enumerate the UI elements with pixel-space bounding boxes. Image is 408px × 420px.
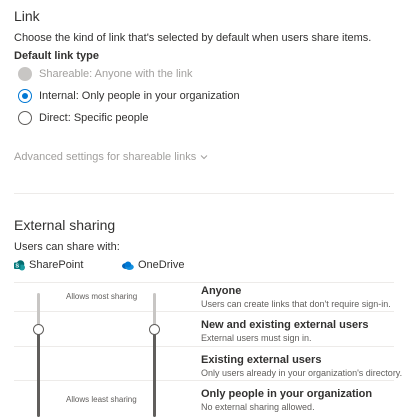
- radio-direct-label[interactable]: Direct: Specific people: [39, 112, 148, 124]
- link-description: Choose the kind of link that's selected …: [14, 32, 372, 44]
- sharepoint-header: S SharePoint: [14, 259, 83, 271]
- radio-shareable-label: Shareable: Anyone with the link: [39, 68, 193, 80]
- onedrive-icon: [122, 261, 134, 270]
- sharepoint-label: SharePoint: [29, 259, 84, 271]
- level-existing-external: Existing external users Only users alrea…: [201, 354, 402, 378]
- radio-option-direct[interactable]: Direct: Specific people: [18, 111, 148, 125]
- chevron-down-icon: [200, 155, 208, 160]
- level-separator: [14, 346, 394, 347]
- allows-least-sharing-label: Allows least sharing: [66, 395, 137, 404]
- default-link-type-label: Default link type: [14, 50, 99, 62]
- radio-internal-label[interactable]: Internal: Only people in your organizati…: [39, 90, 240, 102]
- level-title: Only people in your organization: [201, 388, 373, 400]
- onedrive-slider-track-lower: [152, 330, 156, 417]
- level-anyone: Anyone Users can create links that don't…: [201, 285, 391, 309]
- advanced-settings-link: Advanced settings for shareable links: [14, 151, 208, 163]
- allows-most-sharing-label: Allows most sharing: [66, 292, 138, 301]
- link-section-title: Link: [14, 8, 40, 24]
- onedrive-label: OneDrive: [138, 259, 185, 271]
- level-separator: [14, 311, 394, 312]
- level-title: Existing external users: [201, 354, 322, 366]
- level-desc: No external sharing allowed.: [201, 402, 315, 412]
- level-separator: [14, 380, 394, 381]
- level-new-existing-external: New and existing external users External…: [201, 319, 369, 343]
- advanced-settings-label: Advanced settings for shareable links: [14, 151, 197, 163]
- level-desc: External users must sign in.: [201, 333, 312, 343]
- sharepoint-slider-thumb[interactable]: [32, 324, 44, 335]
- sharepoint-slider[interactable]: [32, 293, 44, 417]
- onedrive-header: OneDrive: [121, 259, 184, 271]
- radio-direct[interactable]: [18, 111, 32, 125]
- section-divider: [14, 193, 394, 194]
- radio-option-shareable: Shareable: Anyone with the link: [18, 67, 193, 81]
- onedrive-slider[interactable]: [148, 293, 160, 417]
- sharepoint-slider-track-lower: [36, 330, 40, 417]
- svg-text:S: S: [15, 263, 19, 269]
- radio-internal[interactable]: [18, 89, 32, 103]
- level-desc: Only users already in your organization'…: [201, 368, 403, 378]
- onedrive-slider-thumb[interactable]: [148, 324, 160, 335]
- radio-option-internal[interactable]: Internal: Only people in your organizati…: [18, 89, 240, 103]
- external-sharing-title: External sharing: [14, 217, 116, 233]
- radio-shareable: [18, 67, 32, 81]
- level-title: Anyone: [201, 285, 242, 297]
- level-desc: Users can create links that don't requir…: [201, 299, 391, 309]
- level-separator: [14, 282, 394, 283]
- sharepoint-icon: S: [14, 259, 25, 270]
- level-title: New and existing external users: [201, 319, 369, 331]
- level-only-organization: Only people in your organization No exte…: [201, 388, 372, 412]
- users-can-share-label: Users can share with:: [14, 241, 120, 253]
